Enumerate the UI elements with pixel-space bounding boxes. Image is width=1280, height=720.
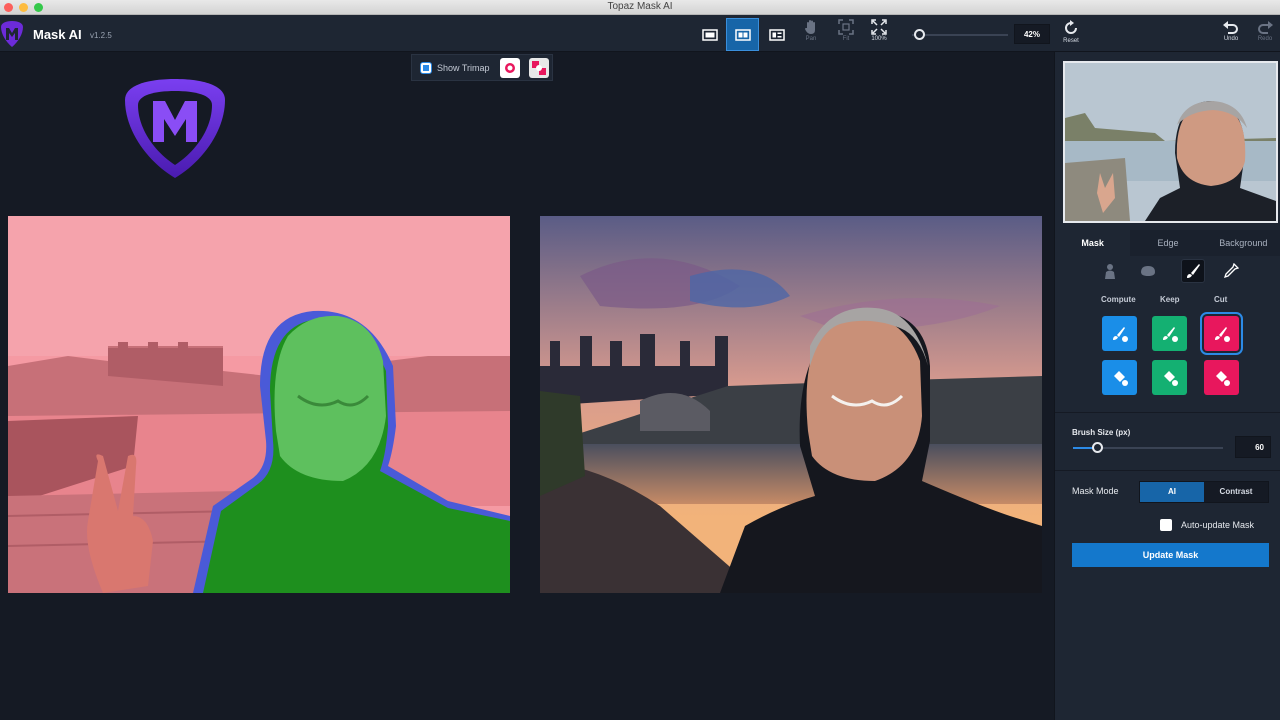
mask-overlay-graphic (8, 216, 510, 593)
mask-tool-row (1055, 258, 1280, 284)
pan-label: Pan (805, 36, 817, 42)
split-view-button[interactable] (726, 18, 759, 51)
original-photo-graphic (540, 216, 1042, 593)
brush-tool-button[interactable] (1181, 259, 1205, 283)
cut-column-label: Cut (1214, 295, 1228, 304)
show-trimap-label: Show Trimap (437, 62, 490, 73)
reset-label: Reset (1063, 38, 1079, 44)
image-canvas[interactable]: Show Trimap (0, 52, 1054, 720)
app-logo-icon (1, 21, 23, 47)
redo-icon (1258, 21, 1273, 34)
redo-button[interactable]: Redo (1245, 19, 1280, 42)
fit-label: Fit (842, 36, 850, 42)
keep-brush-icon (1162, 326, 1178, 342)
overlay-color-icon (505, 63, 515, 73)
split-view-icon (734, 28, 751, 41)
person-icon (1105, 264, 1115, 279)
keep-fill-icon (1163, 370, 1178, 386)
tab-mask[interactable]: Mask (1055, 230, 1131, 256)
cut-brush-icon (1214, 326, 1230, 342)
overlay-settings-button[interactable] (529, 58, 549, 78)
mask-mode-ai-option[interactable]: AI (1140, 482, 1204, 502)
checker-icon (532, 61, 546, 75)
object-icon (1141, 266, 1155, 276)
panel-tabs: Mask Edge Background (1055, 230, 1280, 256)
mask-mode-toggle: AI Contrast (1139, 481, 1269, 503)
redo-label: Redo (1257, 36, 1273, 42)
settings-panel: Mask Edge Background Compute Keep Cut Br… (1054, 52, 1280, 720)
undo-label: Undo (1223, 36, 1239, 42)
compute-column-label: Compute (1101, 295, 1136, 304)
window-titlebar: Topaz Mask AI (0, 0, 1280, 15)
tab-edge[interactable]: Edge (1130, 230, 1206, 256)
thumbnail-photo-graphic (1065, 63, 1276, 221)
zoom-value-field[interactable]: 42% (1014, 24, 1050, 44)
undo-icon (1223, 21, 1238, 34)
brush-icon (1187, 264, 1200, 278)
keep-fill-button[interactable] (1152, 360, 1187, 395)
fit-icon (838, 19, 854, 35)
original-preview-image[interactable] (540, 216, 1042, 593)
topaz-logo-icon (125, 79, 225, 178)
panel-divider (1055, 412, 1280, 413)
object-tool-button[interactable] (1136, 259, 1160, 283)
cut-brush-button[interactable] (1200, 312, 1243, 355)
brush-size-field[interactable]: 60 (1235, 436, 1271, 458)
eyedropper-tool-button[interactable] (1219, 259, 1243, 283)
keep-column-label: Keep (1160, 295, 1180, 304)
auto-update-checkbox[interactable] (1160, 519, 1172, 531)
zoom-slider-handle[interactable] (914, 29, 925, 40)
brush-size-slider-handle[interactable] (1092, 442, 1103, 453)
reset-button[interactable]: Reset (1051, 19, 1091, 44)
brush-size-label: Brush Size (px) (1072, 428, 1131, 437)
mask-mode-label: Mask Mode (1072, 486, 1119, 496)
panel-divider (1055, 470, 1280, 471)
keep-brush-button[interactable] (1152, 316, 1187, 351)
app-version: v1.2.5 (90, 31, 112, 40)
side-by-side-view-icon (768, 28, 785, 41)
tab-background[interactable]: Background (1205, 230, 1280, 256)
actual-size-label: 100% (871, 36, 887, 42)
update-mask-button[interactable]: Update Mask (1072, 543, 1269, 567)
navigator-thumbnail[interactable] (1063, 61, 1278, 223)
app-name: Mask AI (33, 27, 82, 42)
single-view-button[interactable] (693, 18, 726, 51)
expand-icon (871, 19, 887, 35)
mask-mode-contrast-option[interactable]: Contrast (1204, 482, 1268, 502)
reset-icon (1065, 20, 1077, 34)
single-view-icon (701, 28, 718, 41)
top-toolbar: Mask AI v1.2.5 Pan Fit 100% 42% Reset Un… (0, 15, 1280, 52)
compute-brush-button[interactable] (1102, 316, 1137, 351)
mask-preview-image[interactable] (8, 216, 510, 593)
hand-icon (805, 20, 815, 34)
compute-brush-icon (1112, 326, 1128, 342)
zoom-slider-track[interactable] (912, 34, 1008, 36)
subject-tool-button[interactable] (1098, 259, 1122, 283)
cut-fill-icon (1215, 370, 1230, 386)
eyedropper-icon (1223, 263, 1239, 279)
auto-update-row[interactable]: Auto-update Mask (1160, 519, 1254, 531)
cut-fill-button[interactable] (1204, 360, 1239, 395)
trimap-toolbar: Show Trimap (411, 54, 553, 81)
compute-fill-button[interactable] (1102, 360, 1137, 395)
side-by-side-view-button[interactable] (760, 18, 793, 51)
compute-fill-icon (1113, 370, 1128, 386)
fit-button[interactable]: Fit (831, 19, 861, 51)
auto-update-label: Auto-update Mask (1181, 520, 1255, 530)
mask-overlay-button[interactable] (500, 58, 520, 78)
show-trimap-checkbox[interactable] (421, 62, 431, 73)
pan-button[interactable]: Pan (796, 19, 826, 51)
window-title: Topaz Mask AI (607, 1, 673, 12)
actual-size-button[interactable]: 100% (864, 19, 894, 51)
